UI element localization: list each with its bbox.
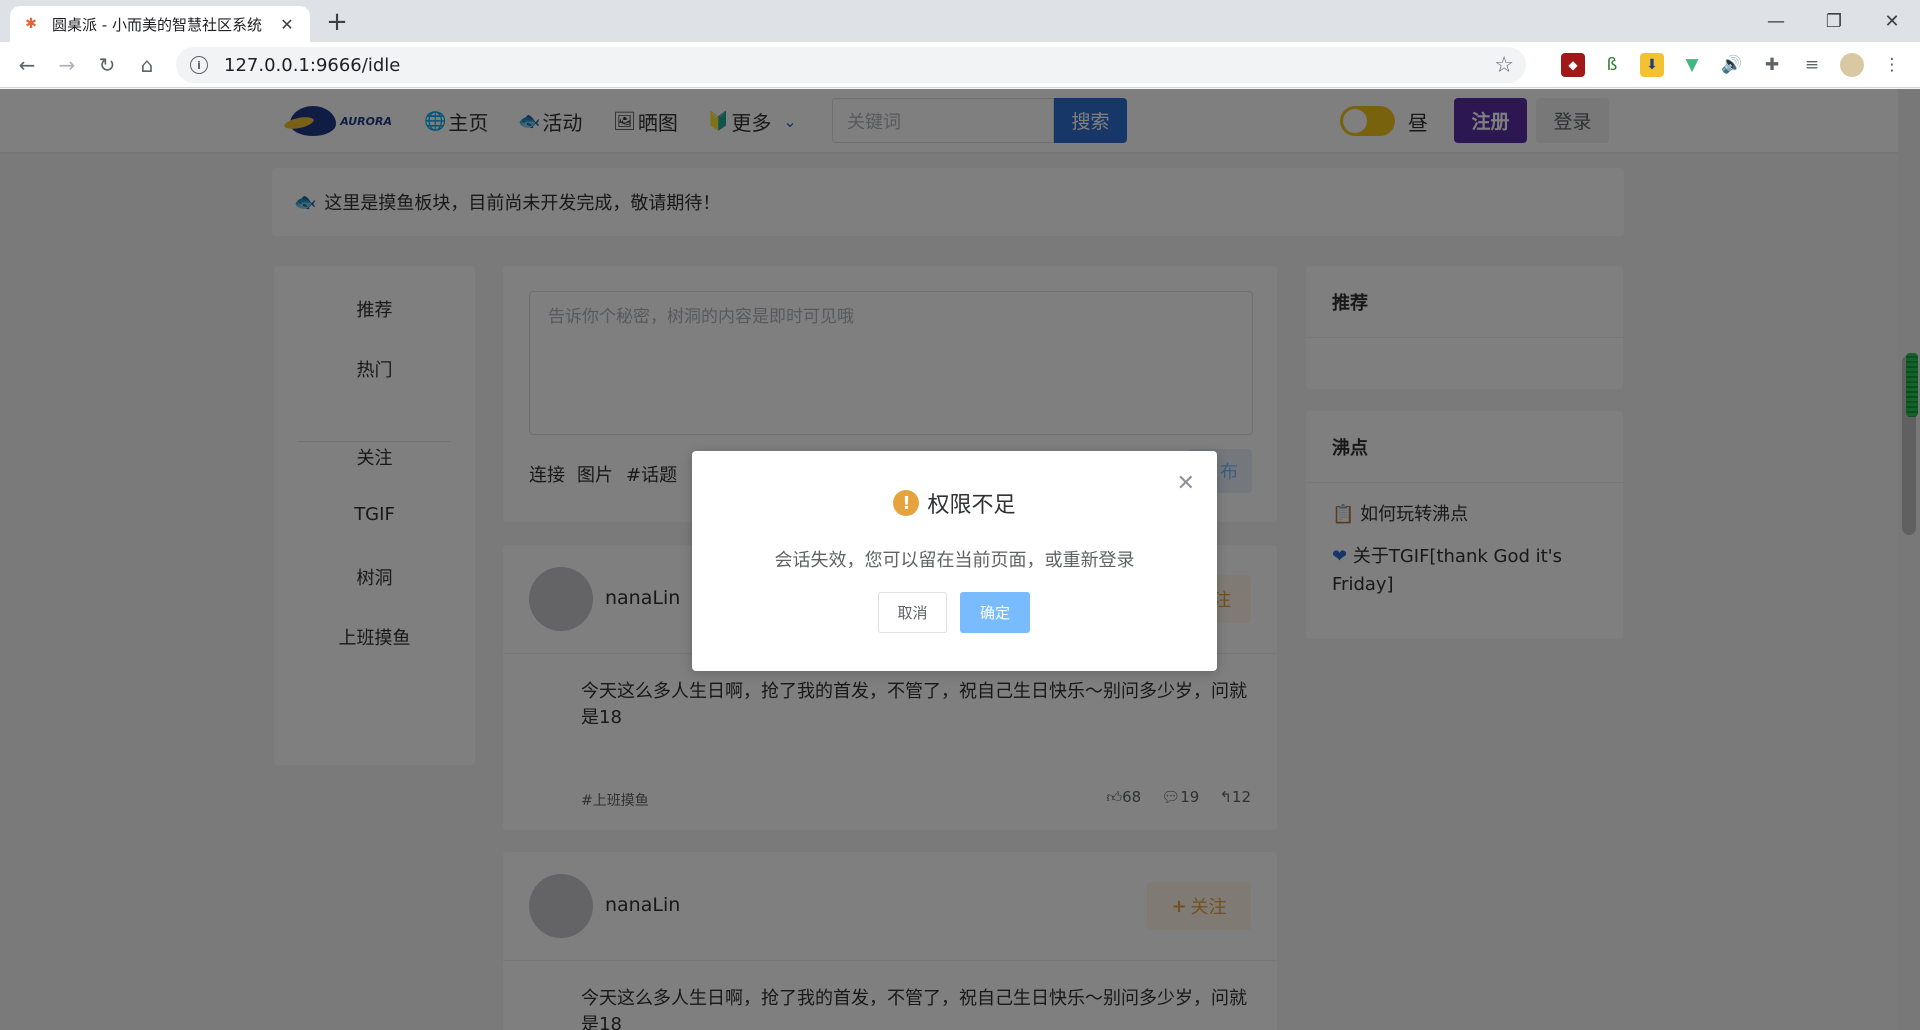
extensions-puzzle-icon[interactable]: ✚ — [1760, 53, 1784, 77]
back-icon[interactable]: ← — [12, 50, 42, 80]
address-bar[interactable]: i 127.0.0.1:9666/idle ☆ — [176, 47, 1526, 83]
media-queue-icon[interactable]: ≡ — [1800, 53, 1824, 77]
restore-button[interactable]: ❐ — [1806, 0, 1862, 42]
dialog-title: 权限不足 — [927, 493, 1016, 518]
close-tab-icon[interactable]: ✕ — [276, 15, 298, 34]
dialog-message: 会话失效，您可以留在当前页面，或重新登录 — [774, 550, 1135, 571]
bookmark-star-icon[interactable]: ☆ — [1494, 53, 1514, 78]
menu-kebab-icon[interactable]: ⋮ — [1880, 53, 1904, 77]
warning-icon: ! — [893, 490, 920, 516]
reload-icon[interactable]: ↻ — [92, 50, 122, 80]
minimize-button[interactable]: — — [1748, 0, 1804, 42]
new-tab-button[interactable]: + — [322, 8, 352, 36]
permission-dialog: ✕ ! 权限不足 会话失效，您可以留在当前页面，或重新登录 取消 确定 — [692, 451, 1217, 671]
extension-b-icon[interactable]: ß — [1600, 53, 1624, 77]
browser-tab[interactable]: ✱ 圆桌派 - 小而美的智慧社区系统 ✕ — [10, 6, 310, 42]
profile-avatar[interactable] — [1840, 53, 1864, 77]
vue-devtools-icon[interactable]: ▼ — [1680, 53, 1704, 77]
home-icon[interactable]: ⌂ — [132, 50, 162, 80]
pinwheel-icon: ✱ — [25, 16, 37, 32]
forward-icon[interactable]: → — [52, 50, 82, 80]
site-info-icon[interactable]: i — [190, 56, 208, 74]
speaker-icon[interactable]: 🔊 — [1720, 53, 1744, 77]
ublock-icon[interactable]: ◆ — [1561, 53, 1585, 77]
dialog-title-row: ! 权限不足 — [692, 487, 1217, 519]
url-text: 127.0.0.1:9666/idle — [224, 54, 401, 76]
tab-title: 圆桌派 - 小而美的智慧社区系统 — [52, 15, 262, 34]
cancel-button[interactable]: 取消 — [878, 592, 947, 633]
browser-tabbar: ✱ 圆桌派 - 小而美的智慧社区系统 ✕ + — ❐ ✕ — [0, 0, 1920, 42]
close-window-button[interactable]: ✕ — [1864, 0, 1920, 42]
download-ext-icon[interactable]: ⬇ — [1640, 53, 1664, 77]
browser-toolbar: ← → ↻ ⌂ i 127.0.0.1:9666/idle ☆ ◆ ß ⬇ ▼ … — [0, 42, 1920, 88]
confirm-button[interactable]: 确定 — [960, 592, 1030, 633]
